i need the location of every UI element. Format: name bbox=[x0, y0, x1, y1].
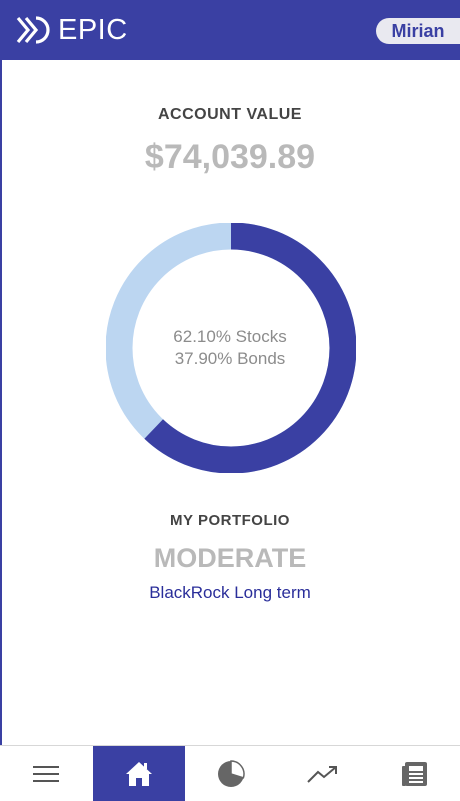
epic-logo[interactable]: EPIC bbox=[16, 12, 128, 48]
pie-chart-icon bbox=[218, 759, 245, 787]
nav-documents[interactable] bbox=[369, 746, 460, 801]
app-header: EPIC Mirian bbox=[0, 0, 460, 60]
account-value-label: ACCOUNT VALUE bbox=[158, 106, 302, 123]
logo-text: EPIC bbox=[58, 13, 128, 46]
nav-menu[interactable] bbox=[0, 746, 92, 801]
portfolio-risk-level: MODERATE bbox=[153, 543, 307, 573]
account-value: $74,039.89 bbox=[144, 138, 316, 176]
my-portfolio-label: MY PORTFOLIO bbox=[170, 512, 290, 529]
document-icon bbox=[402, 761, 427, 786]
menu-icon bbox=[33, 765, 59, 782]
trend-icon bbox=[307, 765, 337, 783]
user-name-button[interactable]: Mirian bbox=[376, 18, 460, 44]
home-icon bbox=[126, 761, 152, 786]
fund-link[interactable]: BlackRock Long term bbox=[0, 583, 460, 603]
bonds-percent-label: 37.90% Bonds bbox=[174, 349, 286, 368]
stocks-percent-label: 62.10% Stocks bbox=[173, 327, 287, 346]
chevrons-logo-icon bbox=[16, 16, 50, 44]
nav-performance[interactable] bbox=[277, 746, 369, 801]
nav-allocation[interactable] bbox=[185, 746, 277, 801]
bottom-navigation bbox=[0, 745, 460, 801]
donut-center-label: 62.10% Stocks 37.90% Bonds bbox=[0, 326, 460, 370]
nav-home[interactable] bbox=[93, 746, 185, 801]
